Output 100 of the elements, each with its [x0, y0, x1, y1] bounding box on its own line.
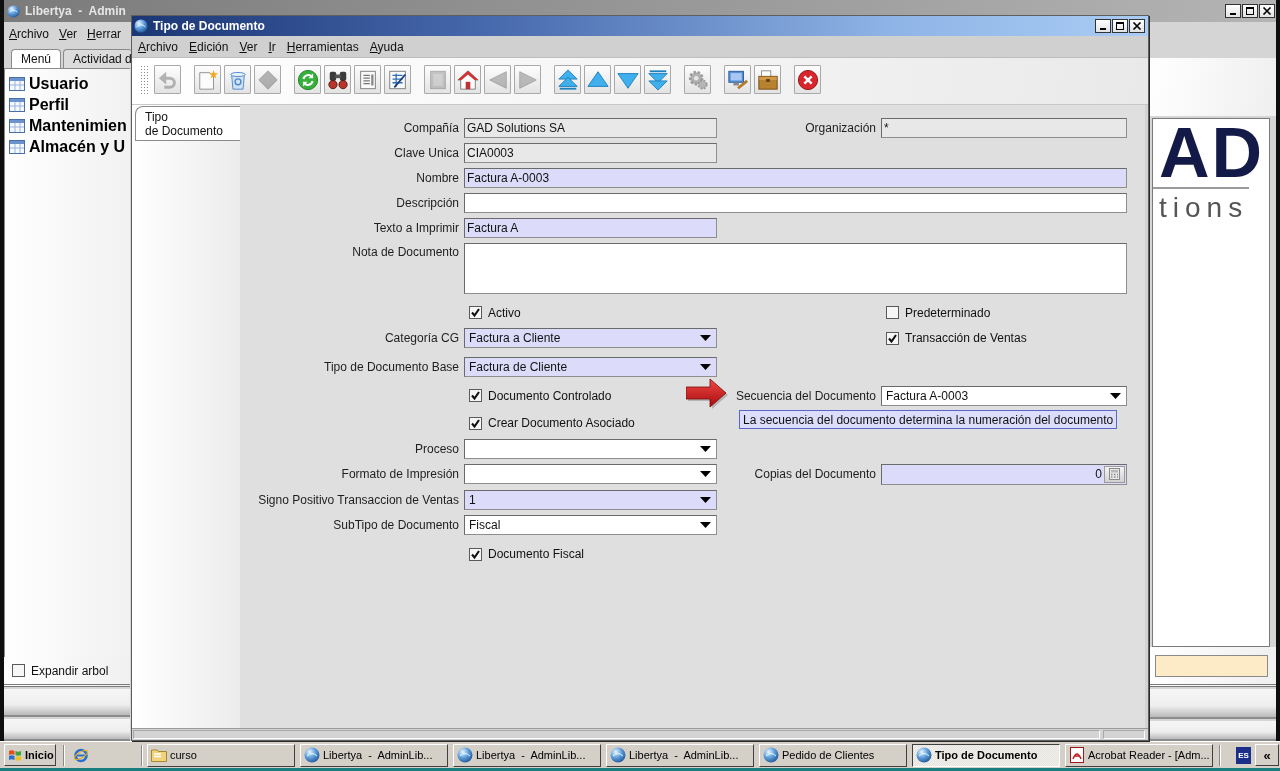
briefcase-icon [756, 68, 779, 91]
folder-icon [151, 748, 167, 762]
close-button[interactable] [1129, 19, 1145, 33]
checkbox[interactable] [469, 547, 482, 561]
window-icon [9, 76, 25, 91]
arrow-icon [686, 378, 730, 410]
field-label: Texto a Imprimir [373, 220, 459, 235]
text-field[interactable] [1155, 654, 1268, 677]
field-label: Nota de Documento [352, 245, 459, 259]
caret-icon [700, 363, 711, 370]
caret-icon [1110, 392, 1121, 399]
maximize-icon [1245, 7, 1255, 15]
taskbar-button[interactable]: curso [147, 743, 295, 767]
refresh-icon [296, 68, 319, 91]
globe-icon [134, 19, 148, 33]
taskbar-button[interactable]: Libertya - AdminLib... [453, 743, 601, 767]
toolbar-button[interactable] [454, 65, 481, 94]
text-field[interactable]: * [881, 117, 1127, 138]
menu-item[interactable]: Ir [268, 39, 276, 54]
number-field[interactable]: 0 [881, 463, 1127, 485]
dropdown[interactable] [464, 439, 717, 459]
tree-item[interactable]: Almacén y U [9, 136, 126, 157]
menu-item[interactable]: Herramientas [286, 39, 359, 54]
checkbox-label: Documento Fiscal [488, 547, 585, 561]
toolbar-button[interactable] [724, 65, 751, 94]
window-icon [9, 97, 25, 112]
text-field[interactable]: Factura A [464, 217, 717, 238]
tab[interactable]: Actividad d [63, 49, 132, 68]
caret-icon [700, 335, 711, 341]
toolbar-button[interactable] [794, 65, 821, 94]
new-document-icon [196, 68, 219, 91]
menu-item[interactable]: Ver [59, 27, 78, 41]
maximize-icon [1115, 22, 1125, 30]
table-icon [386, 68, 409, 91]
close-button[interactable] [1259, 4, 1275, 18]
field-label: Signo Positivo Transaccion de Ventas [258, 492, 459, 507]
menu-item[interactable]: Ver [239, 39, 258, 54]
menu-item[interactable]: Archivo [9, 27, 50, 41]
menu-item[interactable]: Herrar [87, 27, 122, 41]
taskbar-button[interactable]: Acrobat Reader - [Adm... [1065, 743, 1213, 767]
text-field[interactable]: GAD Solutions SA [464, 117, 717, 138]
language-indicator[interactable]: ES [1236, 746, 1251, 764]
double-up-arrow-icon [556, 68, 579, 91]
globe-icon [610, 747, 626, 763]
checkbox[interactable] [469, 416, 482, 430]
dropdown[interactable]: Fiscal [464, 514, 717, 535]
field-label: Compañía [403, 120, 459, 135]
menu-item[interactable]: Edición [189, 39, 229, 54]
checkbox[interactable] [886, 331, 899, 345]
checkbox[interactable] [469, 306, 482, 319]
window-icon [9, 118, 25, 133]
field-label: Tipo de Documento Base [324, 359, 459, 374]
text-field[interactable] [464, 192, 1127, 213]
menu-item[interactable]: Archivo [138, 39, 179, 54]
logo-wordmark: AD [1159, 123, 1265, 183]
dropdown[interactable]: Factura a Cliente [464, 328, 717, 348]
taskbar-button[interactable]: Libertya - AdminLib... [300, 743, 448, 767]
taskbar-button[interactable]: Libertya - AdminLib... [606, 743, 754, 767]
checkbox[interactable] [12, 664, 25, 677]
checkbox[interactable] [886, 306, 899, 319]
checkbox-label: Transacción de Ventas [905, 331, 1027, 345]
field-label: SubTipo de Documento [333, 517, 459, 532]
dropdown[interactable] [464, 464, 717, 484]
field-label: Formato de Impresión [341, 467, 459, 481]
start-button[interactable]: Inicio [4, 744, 56, 766]
dropdown[interactable]: Factura A-0003 [881, 385, 1127, 406]
tree-item[interactable]: Mantenimien [9, 115, 127, 136]
text-field[interactable]: Factura A-0003 [464, 167, 1127, 188]
browser-icon[interactable] [73, 747, 89, 763]
checkbox[interactable] [469, 389, 482, 402]
window-icon [9, 139, 25, 154]
tray-button[interactable]: « [1255, 744, 1279, 766]
flag-icon [8, 748, 22, 762]
close-icon [1132, 22, 1142, 30]
diamond-icon [256, 68, 279, 91]
text-field[interactable]: CIA0003 [464, 142, 717, 163]
dropdown[interactable]: 1 [464, 489, 717, 510]
tab[interactable]: Menú [11, 49, 62, 68]
calculator-icon[interactable] [1109, 468, 1120, 480]
minimize-button[interactable] [1225, 4, 1241, 18]
minimize-button[interactable] [1095, 19, 1111, 33]
taskbar-button[interactable]: Tipo de Documento [912, 743, 1060, 767]
toolbar-button[interactable] [324, 65, 351, 94]
text-area[interactable] [464, 243, 1127, 294]
tab[interactable]: Tipo de Documento [135, 106, 240, 141]
gear-icon [686, 68, 709, 91]
toolbar-button[interactable] [384, 65, 411, 94]
right-arrow-icon [516, 68, 539, 91]
menu-item[interactable]: Ayuda [369, 39, 404, 54]
globe-icon [916, 747, 932, 763]
taskbar-button[interactable]: Pedido de Clientes [759, 743, 907, 767]
tree-item[interactable]: Usuario [9, 73, 89, 94]
toolbar-button[interactable] [754, 65, 781, 94]
home-icon [456, 68, 479, 91]
maximize-button[interactable] [1112, 19, 1128, 33]
tree-item[interactable]: Perfil [9, 94, 69, 115]
maximize-button[interactable] [1242, 4, 1258, 18]
globe-icon [457, 747, 473, 763]
dropdown[interactable]: Factura de Cliente [464, 356, 717, 377]
pdf-icon [1069, 747, 1085, 763]
